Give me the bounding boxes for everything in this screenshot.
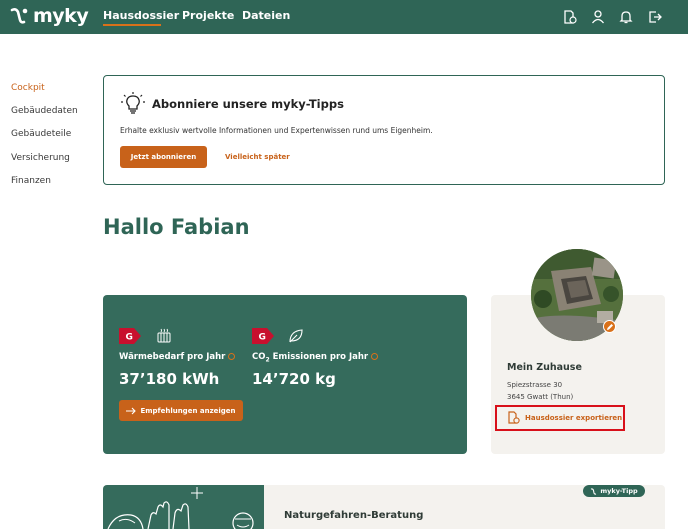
home-street: Spiezstrasse 30 xyxy=(507,381,563,389)
myky-logo[interactable]: myky xyxy=(10,5,89,27)
maybe-later-link[interactable]: Vielleicht später xyxy=(225,153,290,161)
nav-tab-dateien[interactable]: Dateien xyxy=(242,9,290,22)
arrow-right-icon xyxy=(126,407,137,414)
heat-grade-text: G xyxy=(126,333,133,343)
co2-grade-text: G xyxy=(259,333,266,343)
teaser-title: Naturgefahren-Beratung xyxy=(284,510,424,521)
brand-name: myky xyxy=(33,5,89,27)
hazard-advice-teaser-card[interactable]: Naturgefahren-Beratung xyxy=(103,485,665,529)
heat-demand-label: Wärmebedarf pro Jahr xyxy=(119,352,236,362)
energy-grade-badge-co2: G xyxy=(252,328,274,344)
top-navigation-bar: myky Hausdossier Projekte Dateien xyxy=(0,0,688,34)
show-recommendations-button[interactable]: Empfehlungen anzeigen xyxy=(119,400,243,421)
illustration-hands-icon xyxy=(107,487,254,529)
co2-emissions-value: 14’720 kg xyxy=(252,370,336,388)
heat-demand-value: 37’180 kWh xyxy=(119,370,220,388)
pencil-icon xyxy=(606,323,613,330)
sidebar-item-finanzen[interactable]: Finanzen xyxy=(11,176,51,186)
sidebar-item-gebaeudedaten[interactable]: Gebäudedaten xyxy=(11,106,78,116)
sidebar-item-cockpit[interactable]: Cockpit xyxy=(11,83,45,93)
info-icon[interactable] xyxy=(371,353,379,360)
tips-subscription-card: Abonniere unsere myky-Tipps Erhalte exkl… xyxy=(103,75,665,185)
subscribe-button[interactable]: Jetzt abonnieren xyxy=(120,146,207,168)
tips-title: Abonniere unsere myky-Tipps xyxy=(152,97,344,111)
bell-icon[interactable] xyxy=(618,9,634,25)
export-dossier-button[interactable]: Hausdossier exportieren xyxy=(495,405,625,431)
sidebar-item-versicherung[interactable]: Versicherung xyxy=(11,153,70,163)
co2-label-suffix: Emissionen pro Jahr xyxy=(269,352,369,362)
house-document-icon[interactable] xyxy=(562,9,578,25)
house-document-icon xyxy=(508,411,520,424)
heat-demand-label-text: Wärmebedarf pro Jahr xyxy=(119,352,226,362)
user-icon[interactable] xyxy=(590,9,606,25)
show-recommendations-label: Empfehlungen anzeigen xyxy=(140,406,236,415)
home-city: 3645 Gwatt (Thun) xyxy=(507,393,574,401)
leaf-icon xyxy=(289,329,303,343)
myky-tipp-badge: myky-Tipp xyxy=(583,485,645,497)
teaser-illustration xyxy=(103,485,264,529)
nav-tab-projekte[interactable]: Projekte xyxy=(182,9,234,22)
edit-photo-button[interactable] xyxy=(603,320,616,333)
nav-tab-hausdossier[interactable]: Hausdossier xyxy=(103,9,179,22)
sidebar-item-gebaeudeteile[interactable]: Gebäudeteile xyxy=(11,129,71,139)
co2-label-prefix: CO xyxy=(252,352,266,362)
my-home-title: Mein Zuhause xyxy=(507,362,582,373)
myky-tipp-label: myky-Tipp xyxy=(600,487,638,495)
myky-logo-icon xyxy=(591,487,597,495)
info-icon[interactable] xyxy=(228,353,236,360)
energy-grade-badge-heat: G xyxy=(119,328,141,344)
logout-icon[interactable] xyxy=(647,9,663,25)
heating-radiator-icon xyxy=(157,328,171,343)
tips-description: Erhalte exklusiv wertvolle Informationen… xyxy=(120,126,433,135)
active-tab-underline xyxy=(103,24,161,26)
export-dossier-label: Hausdossier exportieren xyxy=(525,414,623,422)
energy-summary-card: G Wärmebedarf pro Jahr 37’180 kWh G CO2 … xyxy=(103,295,467,454)
page-greeting: Hallo Fabian xyxy=(103,215,250,239)
co2-emissions-label: CO2 Emissionen pro Jahr xyxy=(252,352,379,364)
myky-logo-icon xyxy=(10,8,28,24)
lightbulb-icon xyxy=(121,92,145,114)
